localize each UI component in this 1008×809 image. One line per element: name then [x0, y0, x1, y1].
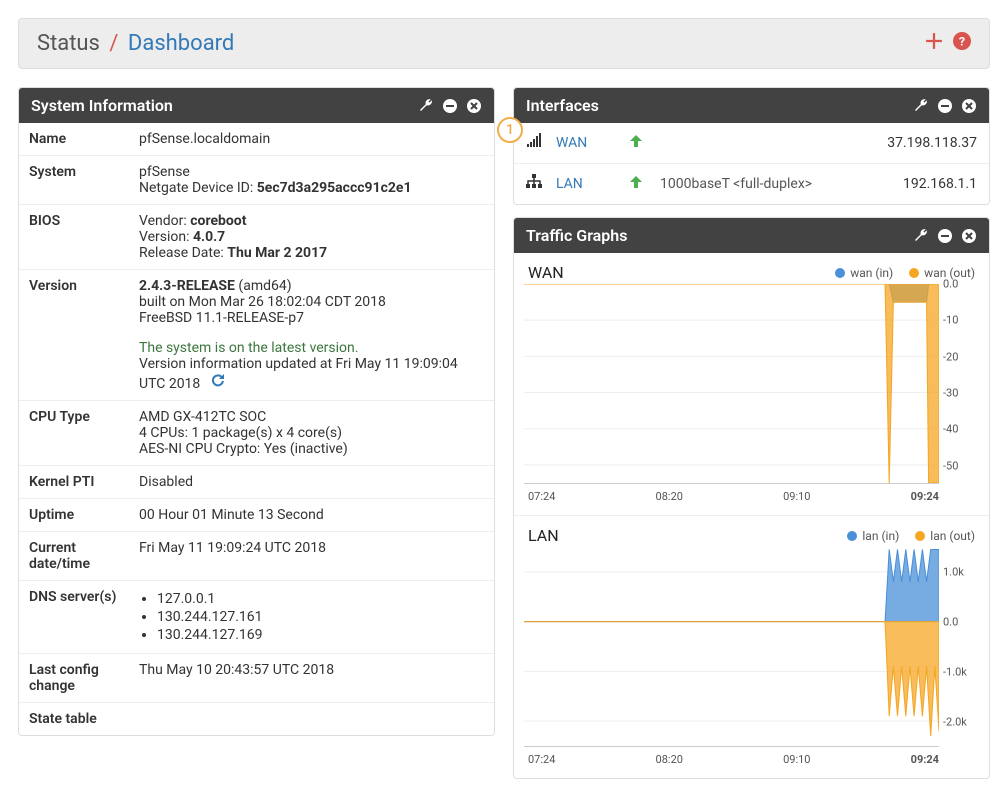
close-icon[interactable] — [961, 98, 977, 114]
interface-lan-media: 1000baseT <full-duplex> — [660, 176, 891, 192]
interfaces-panel: Interfaces WAN 37.198.118.37 — [513, 87, 990, 205]
wrench-icon[interactable] — [913, 228, 929, 244]
sysinfo-pti-value: Disabled — [129, 466, 494, 499]
help-icon[interactable]: ? — [953, 32, 971, 55]
sysinfo-datetime-value: Fri May 11 19:09:24 UTC 2018 — [129, 532, 494, 581]
svg-text:?: ? — [959, 36, 965, 50]
arrow-up-icon — [628, 133, 648, 153]
sitemap-icon — [526, 174, 544, 194]
breadcrumb-dashboard[interactable]: Dashboard — [128, 31, 234, 56]
traffic-graphs-title: Traffic Graphs — [526, 226, 627, 245]
sysinfo-bios-value: Vendor: coreboot Version: 4.0.7 Release … — [129, 205, 494, 270]
sysinfo-pti-label: Kernel PTI — [19, 466, 129, 499]
sysinfo-system-label: System — [19, 156, 129, 205]
sysinfo-version-label: Version — [19, 270, 129, 401]
refresh-icon[interactable] — [210, 376, 226, 392]
sysinfo-lastconfig-value: Thu May 10 20:43:57 UTC 2018 — [129, 654, 494, 703]
sysinfo-lastconfig-label: Last config change — [19, 654, 129, 703]
lan-chart-title: LAN — [528, 526, 559, 545]
interface-row-wan: WAN 37.198.118.37 — [514, 123, 989, 163]
annotation-badge-1: 1 — [497, 117, 523, 143]
interface-lan-link[interactable]: LAN — [556, 176, 583, 192]
sysinfo-system-value: pfSense Netgate Device ID: 5ec7d3a295acc… — [129, 156, 494, 205]
signal-icon — [526, 133, 544, 153]
arrow-up-icon — [628, 174, 648, 194]
interface-wan-link[interactable]: WAN — [556, 135, 587, 151]
breadcrumb-status[interactable]: Status — [37, 31, 100, 56]
interface-lan-ip: 192.168.1.1 — [903, 176, 977, 192]
legend-lan-out: lan (out) — [915, 529, 975, 543]
interfaces-title: Interfaces — [526, 96, 599, 115]
minimize-icon[interactable] — [937, 228, 953, 244]
lan-plot-svg — [524, 547, 939, 746]
minimize-icon[interactable] — [937, 98, 953, 114]
sysinfo-dns-label: DNS server(s) — [19, 581, 129, 654]
add-widget-icon[interactable] — [925, 32, 943, 55]
sysinfo-cpu-label: CPU Type — [19, 401, 129, 466]
sysinfo-name-value: pfSense.localdomain — [129, 123, 494, 156]
sysinfo-version-value: 2.4.3-RELEASE (amd64) built on Mon Mar 2… — [129, 270, 494, 401]
sysinfo-statetable-label: State table — [19, 703, 129, 736]
sysinfo-name-label: Name — [19, 123, 129, 156]
interface-row-lan: LAN 1000baseT <full-duplex> 192.168.1.1 — [514, 163, 989, 204]
sysinfo-uptime-label: Uptime — [19, 499, 129, 532]
breadcrumb: Status / Dashboard — [37, 31, 234, 56]
breadcrumb-separator: / — [109, 31, 118, 56]
sysinfo-datetime-label: Current date/time — [19, 532, 129, 581]
sysinfo-bios-label: BIOS — [19, 205, 129, 270]
breadcrumb-bar: Status / Dashboard ? — [18, 18, 990, 69]
lan-chart: LAN lan (in) lan (out) 1.0k0.0-1.0k-2.0k — [514, 515, 989, 778]
close-icon[interactable] — [466, 98, 482, 114]
interface-wan-ip: 37.198.118.37 — [887, 135, 977, 151]
wan-plot-svg — [524, 284, 939, 483]
legend-lan-in: lan (in) — [847, 529, 899, 543]
traffic-graphs-panel: Traffic Graphs WAN wan (in) — [513, 217, 990, 779]
minimize-icon[interactable] — [442, 98, 458, 114]
sysinfo-uptime-value: 00 Hour 01 Minute 13 Second — [129, 499, 494, 532]
wan-chart: WAN wan (in) wan (out) 0.0-10-20-30-40-5… — [514, 253, 989, 515]
wrench-icon[interactable] — [418, 98, 434, 114]
system-information-title: System Information — [31, 96, 173, 115]
system-information-panel: System Information Name pfSense.localdom… — [18, 87, 495, 736]
sysinfo-dns-value: 127.0.0.1 130.244.127.161 130.244.127.16… — [129, 581, 494, 654]
sysinfo-cpu-value: AMD GX-412TC SOC 4 CPUs: 1 package(s) x … — [129, 401, 494, 466]
sysinfo-statetable-value — [129, 703, 494, 736]
close-icon[interactable] — [961, 228, 977, 244]
wrench-icon[interactable] — [913, 98, 929, 114]
wan-chart-title: WAN — [528, 263, 564, 282]
legend-wan-in: wan (in) — [835, 266, 893, 280]
